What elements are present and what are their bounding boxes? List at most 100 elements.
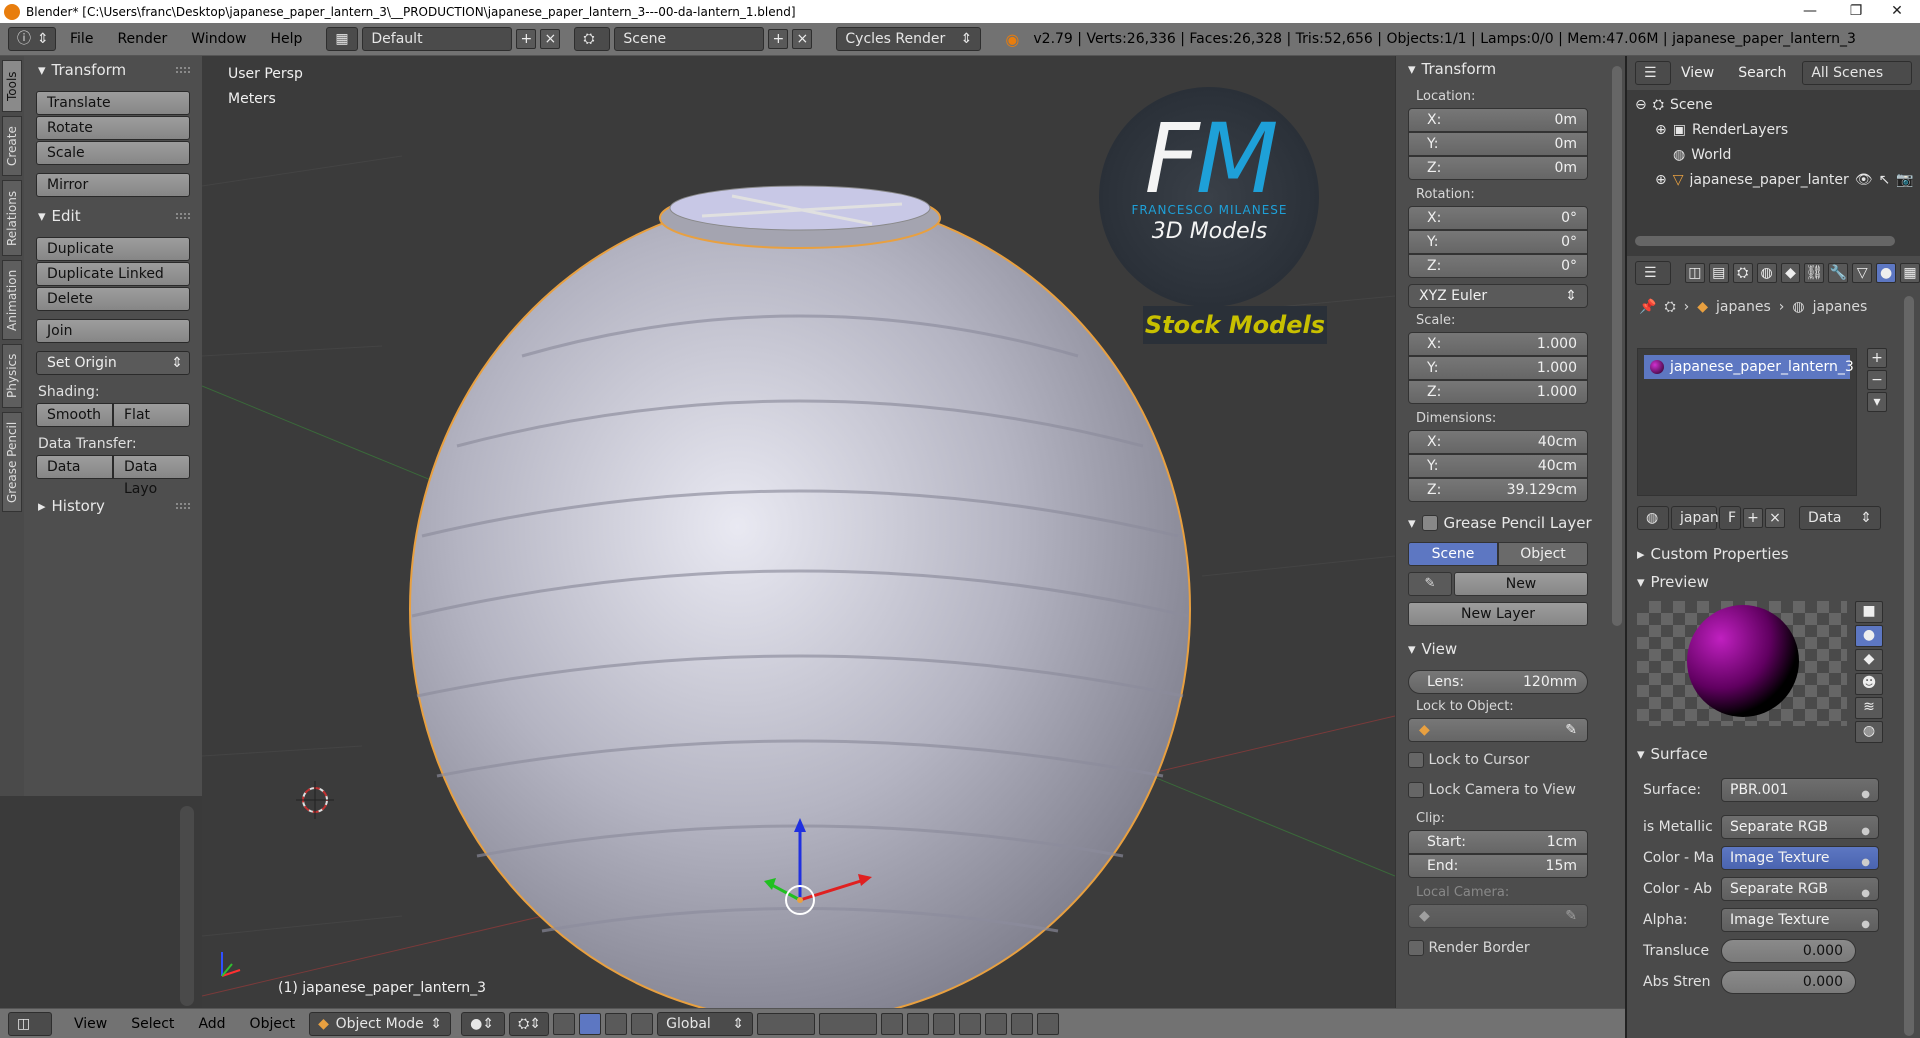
new-material-button[interactable]: + [1743, 508, 1763, 528]
edit-panel-header[interactable]: ▾ Edit [24, 203, 202, 229]
rotate-manipulator-icon[interactable] [605, 1012, 628, 1035]
render-opengl-icon[interactable] [985, 1012, 1008, 1035]
translate-button[interactable]: Translate [36, 91, 190, 115]
grease-pencil-checkbox[interactable] [1421, 515, 1438, 531]
scene-selector[interactable]: Scene [614, 27, 765, 51]
preview-hair-icon[interactable]: ≋ [1855, 697, 1883, 719]
menu-render[interactable]: Render [107, 31, 177, 47]
renderlayer-context-icon[interactable]: ▤ [1708, 263, 1729, 283]
tab-tools[interactable]: Tools [2, 60, 22, 112]
translucent-slider[interactable]: 0.000 [1721, 938, 1856, 963]
snap-element-icon[interactable] [959, 1012, 982, 1035]
drag-grip-icon[interactable] [176, 503, 190, 509]
snap-icon[interactable] [933, 1012, 956, 1035]
join-button[interactable]: Join [36, 319, 190, 343]
gp-scene-button[interactable]: Scene [1408, 542, 1498, 566]
material-context-icon[interactable]: ● [1876, 263, 1897, 283]
flat-shading-button[interactable]: Flat [113, 403, 190, 427]
preview-plane-icon[interactable]: ■ [1855, 601, 1883, 623]
transform-section-header[interactable]: ▾ Transform [1396, 56, 1625, 82]
location-x-field[interactable]: X: 0m [1408, 108, 1588, 132]
render-engine-selector[interactable]: Cycles Render ⇕ [836, 27, 982, 51]
rotation-y-field[interactable]: Y: 0° [1408, 230, 1588, 254]
view-section-header[interactable]: ▾ View [1396, 636, 1625, 662]
menu-window[interactable]: Window [181, 31, 256, 47]
preview-cube-icon[interactable]: ◆ [1855, 649, 1883, 671]
lock-camera-option[interactable]: Lock Camera to View [1408, 778, 1625, 802]
scene-icon-button[interactable]: ⛭ [574, 27, 611, 51]
abs-strength-slider[interactable]: 0.000 [1721, 969, 1856, 994]
rotation-x-field[interactable]: X: 0° [1408, 206, 1588, 230]
smooth-shading-button[interactable]: Smooth [36, 403, 113, 427]
pencil-icon[interactable]: ✎ [1408, 572, 1452, 596]
checkbox[interactable] [1408, 752, 1424, 768]
delete-button[interactable]: Delete [36, 287, 190, 311]
camera-icon[interactable]: 📷 [1896, 172, 1913, 188]
outliner-scrollbar[interactable] [1635, 236, 1895, 246]
outliner-item-world[interactable]: ◍ World [1627, 142, 1920, 167]
scrollbar[interactable] [180, 806, 194, 1006]
outliner-item-lantern[interactable]: ⊕ ▽ japanese_paper_lanter 👁 ↖ 📷 [1627, 167, 1920, 192]
scale-button[interactable]: Scale [36, 141, 190, 165]
unlink-material-button[interactable]: × [1765, 508, 1785, 528]
preview-sphere-icon[interactable]: ● [1855, 625, 1883, 647]
history-panel-header[interactable]: ▸ History [24, 493, 202, 519]
preview-monkey-icon[interactable]: ☻ [1855, 673, 1883, 695]
drag-grip-icon[interactable] [176, 67, 190, 73]
proportional-edit-icon[interactable] [907, 1012, 930, 1035]
link-data-dropdown[interactable]: Data ⇕ [1799, 506, 1881, 530]
menu-view[interactable]: View [64, 1016, 117, 1032]
transform-panel-header[interactable]: ▾ Transform [24, 57, 202, 83]
add-layout-button[interactable]: + [516, 29, 537, 49]
drag-grip-icon[interactable] [176, 213, 190, 219]
outliner-view-menu[interactable]: View [1681, 65, 1714, 81]
menu-file[interactable]: File [60, 31, 103, 47]
shading-mode-button[interactable]: ●⇕ [461, 1011, 506, 1036]
outliner-item-scene[interactable]: ⊖ ⛭ Scene [1627, 92, 1920, 117]
object-context-icon[interactable]: ◆ [1780, 263, 1801, 283]
tab-grease-pencil[interactable]: Grease Pencil [2, 412, 22, 512]
menu-select[interactable]: Select [121, 1016, 184, 1032]
mirror-button[interactable]: Mirror [36, 173, 190, 197]
outliner-item-renderlayers[interactable]: ⊕ ▣ RenderLayers [1627, 117, 1920, 142]
checkbox[interactable] [1408, 782, 1424, 798]
scale-y-field[interactable]: Y: 1.000 [1408, 356, 1588, 380]
dimensions-x-field[interactable]: X: 40cm [1408, 430, 1588, 454]
texture-context-icon[interactable]: ▦ [1900, 263, 1920, 283]
pivot-point-button[interactable]: ⛭⇕ [509, 1011, 550, 1036]
custom-properties-header[interactable]: ▸ Custom Properties [1627, 540, 1907, 568]
3d-viewport[interactable]: User Persp Meters (1) japanese_paper_lan… [202, 56, 1395, 1008]
material-name-field[interactable]: japan [1671, 506, 1719, 530]
eyedropper-icon[interactable]: ✎ [1565, 722, 1577, 738]
color-ab-input-field[interactable]: Separate RGB ● [1721, 876, 1879, 901]
modifiers-context-icon[interactable]: 🔧 [1828, 263, 1849, 283]
scene-context-icon[interactable]: ⛭ [1732, 263, 1753, 283]
rotate-button[interactable]: Rotate [36, 116, 190, 140]
set-origin-dropdown[interactable]: Set Origin ⇕ [36, 351, 190, 375]
add-slot-button[interactable]: + [1867, 348, 1887, 368]
tab-relations[interactable]: Relations [2, 180, 22, 256]
fake-user-button[interactable]: F [1719, 506, 1741, 530]
material-browse-button[interactable]: ◍ [1637, 506, 1669, 530]
collapse-icon[interactable]: ⊖ [1635, 97, 1647, 113]
lock-to-cursor-option[interactable]: Lock to Cursor [1408, 748, 1625, 772]
menu-add[interactable]: Add [188, 1016, 235, 1032]
tab-physics[interactable]: Physics [2, 344, 22, 408]
surface-header[interactable]: ▾ Surface [1627, 740, 1907, 768]
delete-scene-button[interactable]: × [792, 29, 813, 49]
data-layout-button[interactable]: Data Layo [113, 455, 190, 497]
rotation-mode-dropdown[interactable]: XYZ Euler ⇕ [1408, 284, 1588, 308]
slot-menu-button[interactable]: ▾ [1867, 392, 1887, 412]
dimensions-z-field[interactable]: Z: 39.129cm [1408, 478, 1588, 502]
properties-type-button[interactable]: ☰ [1635, 261, 1671, 285]
remove-slot-button[interactable]: − [1867, 370, 1887, 390]
lock-layers-icon[interactable] [881, 1012, 904, 1035]
tab-create[interactable]: Create [2, 116, 22, 176]
layout-selector[interactable]: Default [362, 27, 513, 51]
location-z-field[interactable]: Z: 0m [1408, 156, 1588, 180]
editor-type-info-button[interactable]: ⓘ ⇕ [8, 27, 56, 51]
material-slot-item[interactable]: japanese_paper_lantern_3 [1644, 355, 1854, 379]
gp-new-button[interactable]: New [1454, 572, 1588, 596]
constraints-context-icon[interactable]: ⛓ [1804, 263, 1825, 283]
menu-help[interactable]: Help [260, 31, 312, 47]
